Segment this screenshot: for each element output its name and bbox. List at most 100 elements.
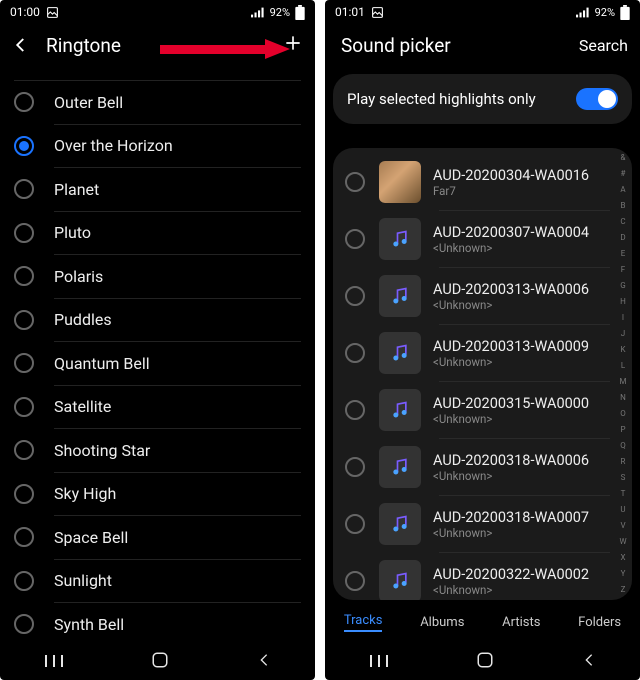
index-letter[interactable]: B [616,202,630,210]
back-button[interactable] [12,36,36,54]
track-list[interactable]: & # ABCDEFGHIJKLMNOPQRSTUVWXYZ AUD-2020030… [333,148,632,600]
index-letter[interactable]: Y [616,570,630,578]
index-letter[interactable]: C [616,218,630,226]
radio-button[interactable] [14,136,34,156]
index-letter[interactable]: A [616,186,630,194]
ringtone-row[interactable]: Sky High [0,473,315,516]
radio-button[interactable] [14,614,34,634]
index-scrollbar[interactable]: & # ABCDEFGHIJKLMNOPQRSTUVWXYZ [616,154,630,594]
radio-button[interactable] [14,527,34,547]
ringtone-label: Sunlight [54,571,112,590]
track-row[interactable]: AUD-20200313-WA0009<Unknown> [333,325,632,381]
radio-button[interactable] [345,457,365,477]
radio-button[interactable] [345,514,365,534]
ringtone-label: Sky High [54,484,116,503]
index-letter[interactable]: J [616,330,630,338]
radio-button[interactable] [14,353,34,373]
track-row[interactable]: AUD-20200318-WA0007<Unknown> [333,496,632,552]
index-letter[interactable]: D [616,234,630,242]
index-letter[interactable]: & [616,154,630,162]
track-row[interactable]: AUD-20200322-WA0002<Unknown> [333,553,632,600]
tab-albums[interactable]: Albums [420,615,464,630]
back-nav-button[interactable] [256,652,272,672]
track-row[interactable]: AUD-20200313-WA0006<Unknown> [333,268,632,324]
ringtone-row[interactable]: Planet [0,168,315,211]
home-button[interactable] [476,651,494,673]
battery-text: 92% [270,6,290,19]
bottom-tabs: Tracks Albums Artists Folders [325,600,640,644]
radio-button[interactable] [345,571,365,591]
ringtone-list[interactable]: Outer BellOver the HorizonPlanetPlutoPol… [0,80,315,644]
index-letter[interactable]: E [616,250,630,258]
ringtone-row[interactable]: Pluto [0,212,315,255]
music-note-icon [379,332,421,374]
track-row[interactable]: AUD-20200307-WA0004<Unknown> [333,211,632,267]
radio-button[interactable] [14,484,34,504]
music-note-icon [379,275,421,317]
highlights-toggle[interactable] [576,88,618,110]
index-letter[interactable]: M [616,378,630,386]
radio-button[interactable] [14,266,34,286]
ringtone-row[interactable]: Synth Bell [0,603,315,644]
radio-button[interactable] [14,440,34,460]
recents-button[interactable] [369,653,389,672]
index-letter[interactable]: L [616,362,630,370]
signal-icon [251,7,265,18]
index-letter[interactable]: O [616,410,630,418]
phone-left: 01:00 92% Ringtone Outer BellOver the Ho… [0,0,315,680]
radio-button[interactable] [14,223,34,243]
ringtone-row[interactable]: Satellite [0,386,315,429]
ringtone-row[interactable]: Polaris [0,255,315,298]
radio-button[interactable] [14,310,34,330]
index-letter[interactable]: # [616,170,630,178]
index-letter[interactable]: H [616,298,630,306]
index-letter[interactable]: X [616,554,630,562]
radio-button[interactable] [14,179,34,199]
index-letter[interactable]: W [616,538,630,546]
radio-button[interactable] [345,400,365,420]
index-letter[interactable]: S [616,474,630,482]
home-button[interactable] [151,651,169,673]
index-letter[interactable]: F [616,266,630,274]
tab-tracks[interactable]: Tracks [344,613,383,632]
index-letter[interactable]: K [616,346,630,354]
index-letter[interactable]: R [616,458,630,466]
radio-button[interactable] [14,397,34,417]
index-letter[interactable]: G [616,282,630,290]
back-nav-button[interactable] [581,652,597,672]
tab-folders[interactable]: Folders [578,615,621,630]
add-button[interactable] [283,33,303,57]
track-artist: <Unknown> [433,583,589,597]
index-letter[interactable]: Z [616,586,630,594]
radio-button[interactable] [14,571,34,591]
ringtone-row[interactable]: Puddles [0,299,315,342]
ringtone-row[interactable]: Shooting Star [0,429,315,472]
status-bar: 01:00 92% [0,0,315,24]
radio-button[interactable] [345,229,365,249]
radio-button[interactable] [14,92,34,112]
track-row[interactable]: AUD-20200304-WA0016Far7 [333,154,632,210]
page-title: Ringtone [46,34,121,57]
index-letter[interactable]: T [616,490,630,498]
radio-button[interactable] [345,172,365,192]
recents-button[interactable] [44,653,64,672]
search-button[interactable]: Search [579,36,628,55]
ringtone-row[interactable]: Space Bell [0,516,315,559]
track-row[interactable]: AUD-20200315-WA0000<Unknown> [333,382,632,438]
track-row[interactable]: AUD-20200318-WA0006<Unknown> [333,439,632,495]
index-letter[interactable]: U [616,506,630,514]
radio-button[interactable] [345,343,365,363]
index-letter[interactable]: N [616,394,630,402]
radio-button[interactable] [345,286,365,306]
chevron-left-icon [12,36,30,54]
ringtone-row[interactable]: Sunlight [0,560,315,603]
tab-artists[interactable]: Artists [502,615,540,630]
index-letter[interactable]: V [616,522,630,530]
index-letter[interactable]: P [616,426,630,434]
ringtone-row[interactable]: Outer Bell [0,81,315,124]
ringtone-row[interactable]: Quantum Bell [0,342,315,385]
index-letter[interactable]: I [616,314,630,322]
music-note-icon [379,389,421,431]
index-letter[interactable]: Q [616,442,630,450]
ringtone-row[interactable]: Over the Horizon [0,125,315,168]
